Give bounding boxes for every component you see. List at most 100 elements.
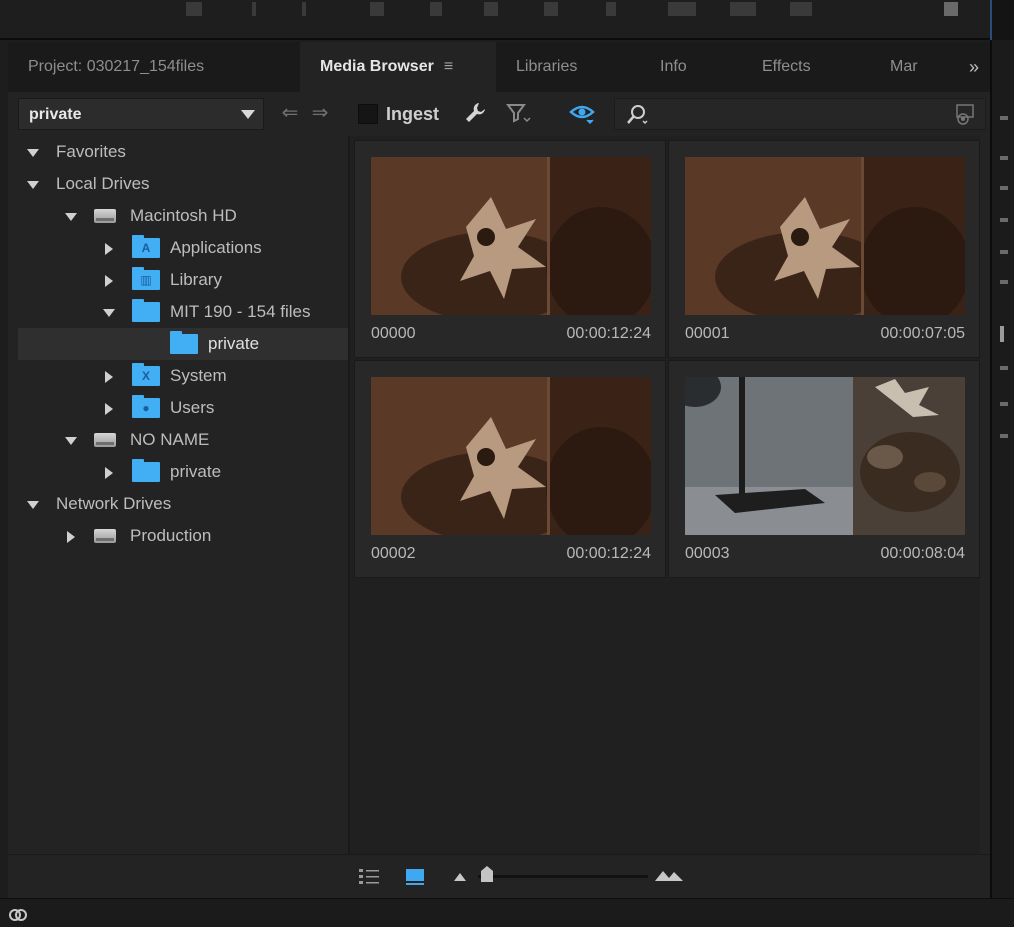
tree-expand-toggle[interactable] xyxy=(26,136,40,168)
toolbar-insert-icon[interactable] xyxy=(668,2,696,16)
tree-item-private[interactable]: private xyxy=(18,456,348,488)
toolbar-step-back-icon[interactable] xyxy=(430,2,442,16)
panel-marker xyxy=(1000,326,1004,342)
toolbar-goto-in-icon[interactable] xyxy=(370,2,384,16)
tree-item-local-drives[interactable]: Local Drives xyxy=(18,168,348,200)
tree-expand-toggle[interactable] xyxy=(64,200,78,232)
browser-toolbar: private ⇐ ⇒ Ingest xyxy=(8,92,990,134)
tree-expand-toggle[interactable] xyxy=(102,232,116,264)
icon-view-icon[interactable] xyxy=(404,867,426,887)
clip-thumbnail[interactable]: 00002 00:00:12:24 xyxy=(354,360,666,578)
tree-item-production[interactable]: Production xyxy=(18,520,348,552)
tab-media-browser[interactable]: Media Browser ≡ xyxy=(300,42,496,92)
panel-menu-icon[interactable]: ≡ xyxy=(444,58,453,75)
tree-item-applications[interactable]: A Applications xyxy=(18,232,348,264)
media-browser-panel: Project: 030217_154files Media Browser ≡ … xyxy=(8,42,990,898)
tree-item-favorites[interactable]: Favorites xyxy=(18,136,348,168)
toolbar-out-icon[interactable] xyxy=(302,2,306,16)
hard-drive-icon xyxy=(94,209,116,223)
tab-label: Media Browser xyxy=(320,58,434,75)
search-input[interactable] xyxy=(614,98,986,130)
tree-item-library[interactable]: ▥ Library xyxy=(18,264,348,296)
settings-icon[interactable] xyxy=(953,103,977,127)
tree-expand-toggle[interactable] xyxy=(102,392,116,424)
tab-libraries[interactable]: Libraries xyxy=(516,42,577,92)
system-folder-icon: X xyxy=(132,363,160,386)
zoom-slider[interactable] xyxy=(478,875,648,878)
panel-marker xyxy=(1000,186,1008,190)
zoom-slider-handle[interactable] xyxy=(480,865,494,883)
tree-item-mit-190[interactable]: MIT 190 - 154 files xyxy=(18,296,348,328)
zoom-in-icon[interactable] xyxy=(654,867,684,883)
wrench-icon[interactable] xyxy=(460,98,490,128)
view-icon[interactable] xyxy=(568,98,598,128)
panel-marker xyxy=(1000,116,1008,120)
clip-preview-image xyxy=(371,157,651,315)
toolbar-add-icon[interactable] xyxy=(944,2,958,16)
clip-thumbnail[interactable]: 00003 00:00:08:04 xyxy=(668,360,980,578)
tree-expand-toggle[interactable] xyxy=(64,424,78,456)
triangle-right-icon xyxy=(105,466,113,479)
tree-item-label: Library xyxy=(170,270,222,289)
clip-name: 00003 xyxy=(685,545,730,562)
location-dropdown[interactable]: private xyxy=(18,98,264,130)
toolbar-in-icon[interactable] xyxy=(252,2,256,16)
tree-item-macintosh-hd[interactable]: Macintosh HD xyxy=(18,200,348,232)
tree-item-label: Applications xyxy=(170,238,262,257)
tree-expand-toggle[interactable] xyxy=(26,488,40,520)
ingest-label: Ingest xyxy=(386,104,440,124)
location-value: private xyxy=(29,106,82,123)
tree-expand-toggle[interactable] xyxy=(102,456,116,488)
browser-footer xyxy=(8,854,990,898)
tree-item-private-selected[interactable]: private xyxy=(18,328,348,360)
toolbar-step-forward-icon[interactable] xyxy=(544,2,558,16)
toolbar-overwrite-icon[interactable] xyxy=(730,2,756,16)
list-view-icon[interactable] xyxy=(358,867,380,887)
search-icon xyxy=(627,105,648,125)
toolbar-goto-out-icon[interactable] xyxy=(606,2,616,16)
tree-item-label: Local Drives xyxy=(56,174,150,193)
adjacent-panel-edge xyxy=(990,0,1014,40)
clip-name: 00000 xyxy=(371,325,416,342)
triangle-down-icon xyxy=(27,148,39,157)
tree-expand-toggle[interactable] xyxy=(102,296,116,328)
tab-info[interactable]: Info xyxy=(660,42,687,92)
tab-overflow-button[interactable]: » xyxy=(958,42,990,92)
tree-item-network-drives[interactable]: Network Drives xyxy=(18,488,348,520)
tab-markers[interactable]: Mar xyxy=(890,42,918,92)
clip-duration: 00:00:07:05 xyxy=(880,325,965,342)
clip-preview-image xyxy=(685,157,965,315)
tree-item-no-name[interactable]: NO NAME xyxy=(18,424,348,456)
chevron-down-icon xyxy=(241,110,255,119)
forward-arrow-icon[interactable]: ⇒ xyxy=(308,98,332,128)
tree-item-system[interactable]: X System xyxy=(18,360,348,392)
triangle-down-icon xyxy=(65,436,77,445)
filter-icon[interactable] xyxy=(502,98,532,128)
tab-effects[interactable]: Effects xyxy=(762,42,811,92)
clip-thumbnail[interactable]: 00001 00:00:07:05 xyxy=(668,140,980,358)
creative-cloud-icon[interactable] xyxy=(8,904,28,924)
toolbar-export-frame-icon[interactable] xyxy=(790,2,812,16)
clip-duration: 00:00:08:04 xyxy=(880,545,965,562)
tree-expand-toggle[interactable] xyxy=(102,264,116,296)
back-arrow-icon[interactable]: ⇐ xyxy=(278,98,302,128)
tree-expand-toggle[interactable] xyxy=(26,168,40,200)
toolbar-marker-icon[interactable] xyxy=(186,2,202,16)
tree-expand-toggle[interactable] xyxy=(102,360,116,392)
triangle-right-icon xyxy=(105,274,113,287)
tree-item-users[interactable]: ● Users xyxy=(18,392,348,424)
panel-marker xyxy=(1000,156,1008,160)
tab-label: Info xyxy=(660,58,687,75)
zoom-out-icon[interactable] xyxy=(452,869,468,883)
clip-thumbnail-grid: 00000 00:00:12:24 00001 00:00:07:05 0000… xyxy=(350,136,980,854)
toolbar-play-icon[interactable] xyxy=(484,2,498,16)
tab-project[interactable]: Project: 030217_154files xyxy=(28,42,204,92)
panel-marker xyxy=(1000,366,1008,370)
panel-marker xyxy=(1000,250,1008,254)
hard-drive-icon xyxy=(94,433,116,447)
clip-thumbnail[interactable]: 00000 00:00:12:24 xyxy=(354,140,666,358)
ingest-checkbox[interactable] xyxy=(358,104,378,124)
library-folder-icon: ▥ xyxy=(132,267,160,290)
file-tree: Favorites Local Drives Macintosh HD A Ap… xyxy=(18,136,348,854)
tree-expand-toggle[interactable] xyxy=(64,520,78,552)
